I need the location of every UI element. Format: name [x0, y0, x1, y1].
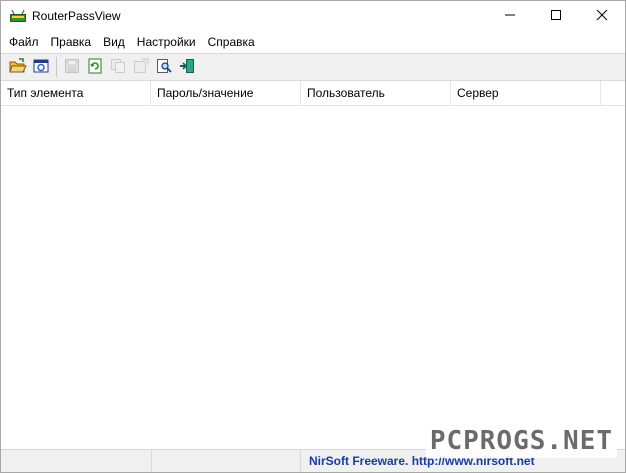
- toolbar: [1, 53, 625, 81]
- refresh-button[interactable]: [84, 56, 106, 78]
- copy-icon: [110, 58, 126, 77]
- copy-button[interactable]: [107, 56, 129, 78]
- list-header: Тип элемента Пароль/значение Пользовател…: [1, 81, 625, 106]
- window-title: RouterPassView: [32, 9, 121, 23]
- column-header-server[interactable]: Сервер: [451, 81, 601, 105]
- status-pane-selection: [152, 450, 301, 472]
- find-icon: [156, 58, 172, 77]
- menu-edit[interactable]: Правка: [45, 31, 98, 53]
- exit-icon: [179, 58, 195, 77]
- column-header-user[interactable]: Пользователь: [301, 81, 451, 105]
- router-app-icon: [10, 9, 26, 22]
- status-pane-count: [1, 450, 152, 472]
- menu-help[interactable]: Справка: [202, 31, 261, 53]
- toolbar-separator: [56, 57, 57, 77]
- results-list[interactable]: Тип элемента Пароль/значение Пользовател…: [1, 81, 625, 442]
- title-bar[interactable]: RouterPassView: [1, 1, 625, 31]
- properties-icon: [133, 57, 149, 77]
- maximize-icon: [550, 9, 562, 24]
- find-button[interactable]: [153, 56, 175, 78]
- open-browser-button[interactable]: [30, 56, 52, 78]
- minimize-icon: [504, 9, 516, 24]
- minimize-button[interactable]: [487, 1, 533, 31]
- column-header-password-value[interactable]: Пароль/значение: [151, 81, 301, 105]
- column-header-item-type[interactable]: Тип элемента: [1, 81, 151, 105]
- menu-bar: Файл Правка Вид Настройки Справка: [1, 31, 625, 53]
- save-button[interactable]: [61, 56, 83, 78]
- exit-button[interactable]: [176, 56, 198, 78]
- app-window: RouterPassView Файл Правка Вид Настройки…: [0, 0, 626, 473]
- close-icon: [596, 9, 608, 24]
- close-button[interactable]: [579, 1, 625, 31]
- menu-settings[interactable]: Настройки: [131, 31, 202, 53]
- menu-file[interactable]: Файл: [3, 31, 45, 53]
- maximize-button[interactable]: [533, 1, 579, 31]
- menu-view[interactable]: Вид: [97, 31, 131, 53]
- open-folder-icon: [9, 57, 27, 77]
- properties-button[interactable]: [130, 56, 152, 78]
- save-icon: [64, 58, 80, 77]
- watermark-text: PCPROGS.NET: [425, 424, 617, 458]
- refresh-icon: [87, 58, 103, 77]
- open-browser-icon: [32, 58, 50, 77]
- open-folder-button[interactable]: [7, 56, 29, 78]
